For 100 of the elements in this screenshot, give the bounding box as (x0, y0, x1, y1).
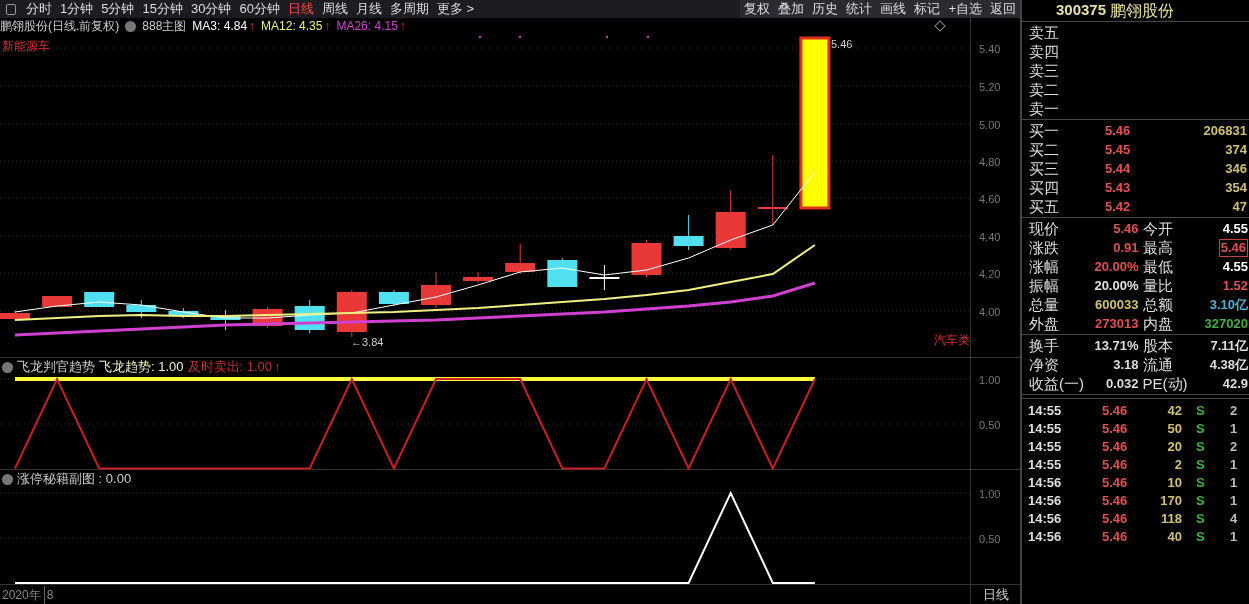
candlestick (210, 309, 241, 331)
tick-time: 14:55 (1028, 438, 1063, 456)
period-tab[interactable]: 1分钟 (56, 0, 98, 18)
candlestick (505, 243, 536, 275)
axis-label: 4.20 (979, 267, 1001, 282)
indicator-value: MA12: 4.35 ↑ (261, 18, 331, 34)
stat-value: 327020 (1204, 315, 1248, 332)
stat-value: 273013 (1095, 315, 1139, 332)
high-price-label: 5.46 (831, 37, 853, 52)
order-level-label: 买一 (1029, 121, 1060, 140)
bid-price: 5.42 (1105, 198, 1132, 216)
axis-label: 2020年 (2, 586, 41, 604)
period-tab[interactable]: 日线 (283, 0, 318, 18)
bid-volume: 206831 (1202, 122, 1247, 140)
stat-label: 振幅 (1029, 276, 1059, 295)
stat-value: 0.91 (1113, 239, 1139, 256)
tick-side: S (1196, 402, 1206, 420)
period-tab[interactable]: 更多 > (432, 0, 479, 18)
toolbar-button[interactable]: 复权 (740, 0, 775, 18)
stat-value: 5.46 (1113, 220, 1139, 237)
toolbar-button[interactable]: 叠加 (774, 0, 809, 18)
stat-label: 净资 (1029, 355, 1059, 374)
template-label: 888主图 (142, 18, 187, 34)
order-level-label: 买三 (1029, 159, 1060, 178)
period-tab[interactable]: 30分钟 (186, 0, 236, 18)
stat-label: 量比 (1142, 276, 1173, 295)
axis-label: 5.20 (979, 80, 1001, 95)
order-level-label: 卖三 (1029, 61, 1059, 80)
axis-label: 4.60 (979, 192, 1001, 207)
candlestick (589, 264, 620, 291)
bid-volume: 346 (1224, 160, 1247, 178)
axis-label: 5.00 (979, 118, 1001, 133)
candlestick (378, 289, 409, 307)
order-level-label: 卖一 (1029, 99, 1059, 118)
stat-label: 总量 (1029, 295, 1059, 314)
axis-label: 1.00 (979, 373, 1001, 388)
stat-value: 5.46 (1218, 238, 1248, 257)
toolbar-button[interactable]: +自选 (944, 0, 986, 18)
sector-label: 新能源车 (2, 38, 50, 55)
stat-label: 外盘 (1029, 314, 1059, 333)
stat-value: 4.38亿 (1209, 356, 1248, 373)
tick-side: S (1196, 438, 1206, 456)
signal-dot (478, 35, 482, 39)
stat-value: 0.032 (1105, 375, 1139, 392)
axis-label: 0.50 (979, 532, 1001, 547)
period-tab[interactable]: 5分钟 (97, 0, 139, 18)
indicator-value: MA3: 4.84 ↑ (192, 18, 256, 34)
tick-price: 5.46 (1102, 420, 1129, 438)
period-tab[interactable]: 月线 (351, 0, 386, 18)
period-tab[interactable]: 分时 (22, 0, 56, 18)
period-tab[interactable]: 15分钟 (138, 0, 187, 18)
axis-label: 0.50 (979, 418, 1001, 433)
stat-label: PE(动) (1142, 374, 1188, 393)
period-tab[interactable]: 周线 (317, 0, 352, 18)
tick-side: S (1196, 528, 1206, 546)
order-level-label: 买五 (1029, 197, 1060, 216)
tick-count: 1 (1230, 492, 1238, 510)
bid-price: 5.44 (1105, 160, 1132, 178)
stat-label: 总额 (1142, 295, 1173, 314)
toolbar-button[interactable]: 历史 (808, 0, 843, 18)
low-price-label: ←3.84 (351, 335, 384, 350)
bid-price: 5.45 (1105, 141, 1132, 159)
tick-volume: 50 (1166, 420, 1182, 438)
toolbar-button[interactable]: 返回 (986, 0, 1020, 18)
bid-volume: 354 (1224, 179, 1247, 197)
toolbar-button[interactable]: 统计 (842, 0, 877, 18)
candlestick (463, 271, 494, 284)
indicator-value: MA26: 4.15 ↑ (336, 18, 406, 34)
stat-value: 600033 (1095, 296, 1139, 313)
stat-value: 20.00% (1094, 258, 1139, 275)
candlestick (757, 154, 788, 226)
tick-price: 5.46 (1102, 474, 1129, 492)
candlestick (168, 307, 199, 319)
stat-label: 今开 (1142, 219, 1173, 238)
stat-label: 涨跌 (1029, 238, 1059, 257)
signal-dot (605, 35, 609, 39)
tick-count: 1 (1230, 474, 1238, 492)
tick-side: S (1196, 510, 1206, 528)
stat-value: 13.71% (1094, 337, 1139, 354)
tick-time: 14:55 (1028, 420, 1063, 438)
tick-count: 1 (1230, 420, 1238, 438)
period-tab[interactable]: 60分钟 (235, 0, 284, 18)
tick-side: S (1196, 492, 1206, 510)
stat-label: 收益(一) (1029, 374, 1084, 393)
candlestick (42, 295, 73, 308)
tick-time: 14:56 (1028, 492, 1063, 510)
period-button[interactable]: 日线 (970, 585, 1020, 604)
period-tab[interactable]: 多周期 (385, 0, 433, 18)
axis-label: 4.40 (979, 230, 1001, 245)
candlestick (0, 309, 30, 321)
toolbar-button[interactable]: 画线 (876, 0, 911, 18)
axis-label: 4.80 (979, 155, 1001, 170)
tick-price: 5.46 (1102, 456, 1129, 474)
tick-time: 14:56 (1028, 528, 1063, 546)
panel-toggle-icon[interactable] (6, 3, 16, 15)
stat-label: 流通 (1142, 355, 1173, 374)
tick-price: 5.46 (1102, 402, 1129, 420)
tick-count: 2 (1230, 402, 1238, 420)
order-level-label: 买四 (1029, 178, 1060, 197)
toolbar-button[interactable]: 标记 (910, 0, 945, 18)
